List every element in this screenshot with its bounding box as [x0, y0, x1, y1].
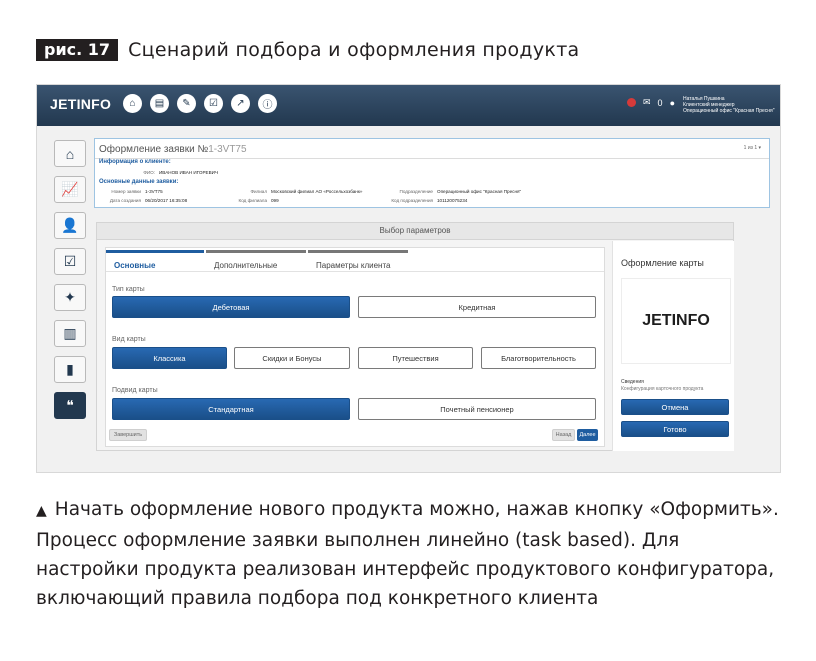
card-info-sub: Конфигурация карточного продукта: [621, 386, 704, 392]
card-subkind-label: Подвид карты: [112, 387, 158, 394]
sidebar-barcode-icon[interactable]: ▥: [54, 320, 86, 347]
card-type-label: Тип карты: [112, 286, 145, 293]
chart-icon[interactable]: ↗: [231, 94, 250, 113]
sidebar: ⌂ 📈 👤 ☑ ✦ ▥ ▮ ❝: [54, 140, 86, 428]
sidebar-wrench-icon[interactable]: ✦: [54, 284, 86, 311]
application-title: Оформление заявки №1-3VT75: [99, 144, 247, 155]
subdivision-value: Операционный офис "Красная Пресня": [437, 189, 522, 194]
card-kind-label: Вид карты: [112, 336, 146, 343]
figure-title: рис. 17 Сценарий подбора и оформления пр…: [36, 37, 580, 63]
card-info-label: Сведения: [621, 379, 644, 385]
sidebar-bar-chart-icon[interactable]: ▮: [54, 356, 86, 383]
tab-main[interactable]: Основные: [106, 250, 204, 271]
top-bar: JETINFO ⌂ ▤ ✎ ☑ ↗ ⓘ ✉ 0 ● Наталья Пушкин…: [37, 85, 780, 126]
parameters-form: Основные Дополнительные Параметры клиент…: [105, 247, 605, 447]
card-summary-title: Оформление карты: [621, 258, 704, 268]
tab-client-params[interactable]: Параметры клиента: [308, 250, 408, 271]
card-kind-travel-button[interactable]: Путешествия: [358, 347, 473, 369]
divider: [95, 158, 769, 159]
panel-title: Выбор параметров: [97, 223, 733, 240]
sidebar-clipboard-icon[interactable]: ☑: [54, 248, 86, 275]
request-number-label: Номер заявки: [111, 189, 141, 194]
branch-value: Московский филиал АО «Россельхозбанк»: [271, 189, 363, 194]
card-subkind-pensioner-button[interactable]: Почетный пенсионер: [358, 398, 596, 420]
sidebar-user-icon[interactable]: 👤: [54, 212, 86, 239]
card-kind-bonus-button[interactable]: Скидки и Бонусы: [234, 347, 350, 369]
card-type-debit-button[interactable]: Дебетовая: [112, 296, 350, 318]
fio-value: ИВАНОВ ИВАН ИГОРЕВИЧ: [159, 170, 219, 175]
parameters-panel: Выбор параметров Основные Дополнительные…: [96, 222, 734, 451]
figure-caption: Сценарий подбора и оформления продукта: [128, 39, 580, 61]
wrench-icon[interactable]: ✎: [177, 94, 196, 113]
branch-code-value: 099: [271, 198, 279, 203]
subdivision-code-value: 101120075234: [437, 198, 468, 203]
created-label: Дата создания: [109, 198, 141, 203]
home-icon[interactable]: ⌂: [123, 94, 142, 113]
user-icon[interactable]: ●: [670, 98, 675, 108]
card-kind-classic-button[interactable]: Классика: [112, 347, 227, 369]
card-info: Сведения Конфигурация карточного продукт…: [621, 379, 703, 392]
card-type-credit-button[interactable]: Кредитная: [358, 296, 596, 318]
request-number-value: 1-3VT75: [145, 189, 163, 194]
back-button[interactable]: Назад: [552, 429, 575, 441]
sidebar-quote-icon[interactable]: ❝: [54, 392, 86, 419]
card-logo: JETINFO: [621, 278, 731, 364]
pager[interactable]: 1 из 1 ▾: [744, 145, 761, 151]
top-right-tools: ✉ 0 ●: [627, 97, 675, 108]
notification-count: 0: [657, 97, 663, 108]
cancel-button[interactable]: Отмена: [621, 399, 729, 415]
top-nav: ⌂ ▤ ✎ ☑ ↗ ⓘ: [123, 94, 277, 113]
next-button[interactable]: Далее: [577, 429, 598, 441]
tab-additional[interactable]: Дополнительные: [206, 250, 306, 271]
tab-divider: [106, 271, 604, 272]
client-section-heading: Информация о клиенте:: [99, 159, 171, 165]
arrow-up-icon: ▲: [36, 503, 47, 519]
tab-bar: Основные Дополнительные Параметры клиент…: [106, 248, 604, 271]
subdivision-code-label: Код подразделения: [391, 198, 433, 203]
info-icon[interactable]: ⓘ: [258, 94, 277, 113]
document-icon[interactable]: ▤: [150, 94, 169, 113]
figure-badge: рис. 17: [36, 39, 119, 61]
finish-button[interactable]: Завершить: [109, 429, 147, 441]
done-button[interactable]: Готово: [621, 421, 729, 437]
card-kind-charity-button[interactable]: Благотворительность: [481, 347, 596, 369]
checklist-icon[interactable]: ☑: [204, 94, 223, 113]
user-office: Операционный офис "Красная Пресня": [683, 108, 775, 114]
branch-label: Филиал: [250, 189, 267, 194]
branch-code-label: Код филиала: [238, 198, 267, 203]
alert-icon[interactable]: [627, 98, 636, 107]
brand-logo: JETINFO: [50, 96, 112, 112]
message-icon[interactable]: ✉: [643, 97, 651, 108]
card-subkind-standard-button[interactable]: Стандартная: [112, 398, 350, 420]
main-data-heading: Основные данные заявки:: [99, 179, 179, 185]
created-value: 06/20/2017 16:35:08: [145, 198, 188, 203]
app-screenshot: JETINFO ⌂ ▤ ✎ ☑ ↗ ⓘ ✉ 0 ● Наталья Пушкин…: [36, 84, 781, 473]
fio-label: ФИО:: [143, 170, 155, 175]
subdivision-label: Подразделение: [399, 189, 433, 194]
application-number: 1-3VT75: [208, 144, 247, 155]
footnote-text: Начать оформление нового продукта можно,…: [36, 499, 779, 609]
sidebar-analytics-icon[interactable]: 📈: [54, 176, 86, 203]
figure-footnote: ▲ Начать оформление нового продукта можно…: [36, 495, 786, 613]
application-title-text: Оформление заявки №: [99, 144, 209, 155]
card-summary: Оформление карты JETINFO Сведения Конфиг…: [612, 241, 734, 451]
sidebar-home-icon[interactable]: ⌂: [54, 140, 86, 167]
user-info[interactable]: Наталья Пушкина Клиентский менеджер Опер…: [683, 96, 775, 114]
application-card: Оформление заявки №1-3VT75 1 из 1 ▾ Инфо…: [94, 138, 770, 208]
